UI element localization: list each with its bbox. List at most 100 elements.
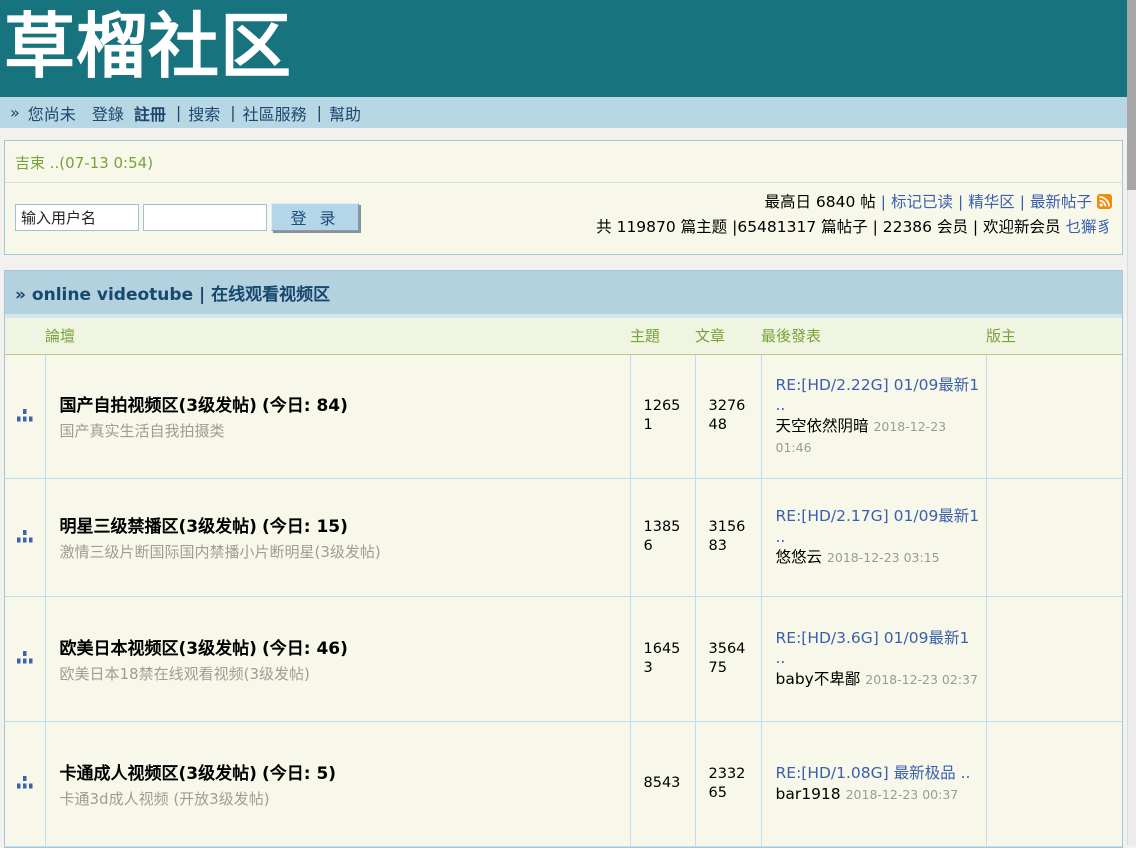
moderator-cell	[986, 596, 1122, 721]
last-post-link[interactable]: RE:[HD/1.08G] 最新极品 ..	[776, 764, 971, 782]
moderator-cell	[986, 354, 1122, 478]
last-post-time: 2018-12-23 02:37	[865, 672, 978, 687]
last-post-link[interactable]: RE:[HD/3.6G] 01/09最新1 ..	[776, 629, 970, 668]
forum-title-link[interactable]: 国产自拍视频区(3级发帖)	[60, 396, 257, 416]
forum-status-cell	[5, 354, 45, 478]
forum-table-header-row: 論壇 主題 文章 最後發表 版主	[5, 318, 1122, 355]
stats-line1: 最高日 6840 帖 | 标记已读 | 精华区 | 最新帖子	[596, 191, 1112, 216]
spacer	[0, 128, 1127, 140]
forum-info-cell: 国产自拍视频区(3级发帖) (今日: 84) 国产真实生活自我拍摄类	[45, 354, 630, 478]
nav-separator: |	[230, 103, 235, 122]
stats-line2: 共 119870 篇主题 |65481317 篇帖子 | 22386 会员 | …	[596, 216, 1112, 239]
max-posts-text: 最高日 6840 帖	[764, 193, 875, 211]
navbar: » 您尚未 登錄 註冊 | 搜索 | 社區服務 | 幫助	[0, 97, 1127, 128]
announcement-row: 吉束 ..(07-13 0:54)	[5, 141, 1122, 182]
username-input[interactable]	[15, 204, 139, 231]
latest-posts-link[interactable]: 最新帖子	[1030, 193, 1092, 211]
last-post-link[interactable]: RE:[HD/2.22G] 01/09最新1 ..	[776, 376, 980, 415]
forum-row: 卡通成人视频区(3级发帖) (今日: 5) 卡通3d成人视频 (开放3级发帖) …	[5, 721, 1122, 846]
forum-title-link[interactable]: 明星三级禁播区(3级发帖)	[60, 517, 257, 537]
forum-info-cell: 欧美日本视频区(3级发帖) (今日: 46) 欧美日本18禁在线观看视频(3级发…	[45, 596, 630, 721]
moderator-cell	[986, 721, 1122, 846]
column-header-topics: 主題	[630, 318, 695, 355]
last-post-link[interactable]: RE:[HD/2.17G] 01/09最新1 ..	[776, 507, 980, 546]
spacer	[0, 255, 1127, 270]
forum-info-cell: 明星三级禁播区(3级发帖) (今日: 15) 激情三级片断国际国内禁播小片断明星…	[45, 478, 630, 596]
nav-status-text: 您尚未	[28, 101, 76, 125]
section-title: online videotube | 在线观看视频区	[32, 285, 330, 305]
forum-status-cell	[5, 721, 45, 846]
forum-info-cell: 卡通成人视频区(3级发帖) (今日: 5) 卡通3d成人视频 (开放3级发帖)	[45, 721, 630, 846]
forum-row: 欧美日本视频区(3级发帖) (今日: 46) 欧美日本18禁在线观看视频(3级发…	[5, 596, 1122, 721]
nav-register-link[interactable]: 註冊	[134, 101, 166, 125]
forum-description: 国产真实生活自我拍摄类	[60, 420, 630, 441]
new-member-link[interactable]: 乜獬豸	[1065, 218, 1112, 236]
forum-today-count: (今日: 46)	[262, 639, 348, 659]
header-icon-cell	[5, 318, 45, 355]
nav-login-link[interactable]: 登錄	[92, 101, 124, 125]
site-logo-title: 草榴社区	[0, 0, 1127, 94]
last-post-cell: RE:[HD/2.22G] 01/09最新1 .. 天空依然阴暗 2018-12…	[761, 354, 986, 478]
last-post-cell: RE:[HD/1.08G] 最新极品 .. bar1918 2018-12-23…	[761, 721, 986, 846]
scrollbar-thumb[interactable]	[1127, 0, 1136, 190]
nav-separator: |	[317, 103, 322, 122]
last-post-author-link[interactable]: 天空依然阴暗	[776, 417, 869, 435]
stats-separator: |	[881, 193, 886, 211]
password-input[interactable]	[143, 204, 267, 231]
nav-separator: |	[176, 103, 181, 122]
last-post-author-link[interactable]: baby不卑鄙	[776, 670, 861, 688]
forum-description: 卡通3d成人视频 (开放3级发帖)	[60, 788, 630, 809]
last-post-cell: RE:[HD/2.17G] 01/09最新1 .. 悠悠云 2018-12-23…	[761, 478, 986, 596]
nav-help-link[interactable]: 幫助	[329, 101, 361, 125]
forum-description: 激情三级片断国际国内禁播小片断明星(3级发帖)	[60, 541, 630, 562]
posts-count: 356475	[695, 596, 761, 721]
forum-today-count: (今日: 84)	[262, 396, 348, 416]
broken-image-icon	[16, 407, 33, 426]
last-post-author-link[interactable]: bar1918	[776, 785, 841, 803]
board-stats: 最高日 6840 帖 | 标记已读 | 精华区 | 最新帖子 共 119870 篇主题 |6…	[596, 187, 1112, 240]
nav-services-link[interactable]: 社區服務	[243, 101, 307, 125]
column-header-posts: 文章	[695, 318, 761, 355]
topics-count: 8543	[630, 721, 695, 846]
stats-separator: |	[1020, 193, 1025, 211]
forum-status-cell	[5, 596, 45, 721]
stats-separator: |	[958, 193, 963, 211]
forum-today-count: (今日: 5)	[262, 764, 336, 784]
masthead: 草榴社区	[0, 0, 1127, 97]
rss-icon[interactable]	[1097, 193, 1112, 216]
login-button[interactable]: 登 录	[271, 203, 359, 231]
last-post-author-link[interactable]: 悠悠云	[776, 548, 823, 566]
last-post-time: 2018-12-23 03:15	[827, 550, 940, 565]
login-form: 登 录	[15, 203, 359, 231]
column-header-moderator: 版主	[986, 318, 1122, 355]
notice-login-panel: 吉束 ..(07-13 0:54) 登 录 最高日 6840 帖 | 标记已读 | 精华…	[4, 140, 1123, 255]
last-post-cell: RE:[HD/3.6G] 01/09最新1 .. baby不卑鄙 2018-12…	[761, 596, 986, 721]
nav-arrow-icon: »	[10, 103, 20, 122]
forum-status-cell	[5, 478, 45, 596]
posts-count: 233265	[695, 721, 761, 846]
section-arrow-icon: »	[15, 285, 26, 305]
nav-search-link[interactable]: 搜索	[188, 101, 220, 125]
announcement-link[interactable]: 吉束 ..(07-13 0:54)	[15, 154, 153, 172]
forum-section-panel: » online videotube | 在线观看视频区 論壇 主題 文章 最後…	[4, 270, 1123, 848]
broken-image-icon	[16, 528, 33, 547]
scrollbar-track[interactable]	[1127, 0, 1136, 845]
totals-text: 共 119870 篇主题 |65481317 篇帖子 | 22386 会员 | …	[596, 218, 1060, 236]
topics-count: 12651	[630, 354, 695, 478]
section-header[interactable]: » online videotube | 在线观看视频区	[5, 271, 1122, 318]
digest-link[interactable]: 精华区	[968, 193, 1015, 211]
forum-table: 論壇 主題 文章 最後發表 版主 国产自拍视频区(3级发帖) (今日: 84) …	[5, 318, 1122, 847]
forum-today-count: (今日: 15)	[262, 517, 348, 537]
forum-title-link[interactable]: 欧美日本视频区(3级发帖)	[60, 639, 257, 659]
topics-count: 13856	[630, 478, 695, 596]
login-stats-row: 登 录 最高日 6840 帖 | 标记已读 | 精华区 | 最新帖子 共 119870 篇主…	[5, 183, 1122, 254]
broken-image-icon	[16, 774, 33, 793]
last-post-time: 2018-12-23 00:37	[846, 787, 959, 802]
forum-description: 欧美日本18禁在线观看视频(3级发帖)	[60, 663, 630, 684]
column-header-forum: 論壇	[45, 318, 630, 355]
column-header-lastpost: 最後發表	[761, 318, 986, 355]
forum-row: 明星三级禁播区(3级发帖) (今日: 15) 激情三级片断国际国内禁播小片断明星…	[5, 478, 1122, 596]
forum-title-link[interactable]: 卡通成人视频区(3级发帖)	[60, 764, 257, 784]
mark-read-link[interactable]: 标记已读	[891, 193, 953, 211]
moderator-cell	[986, 478, 1122, 596]
